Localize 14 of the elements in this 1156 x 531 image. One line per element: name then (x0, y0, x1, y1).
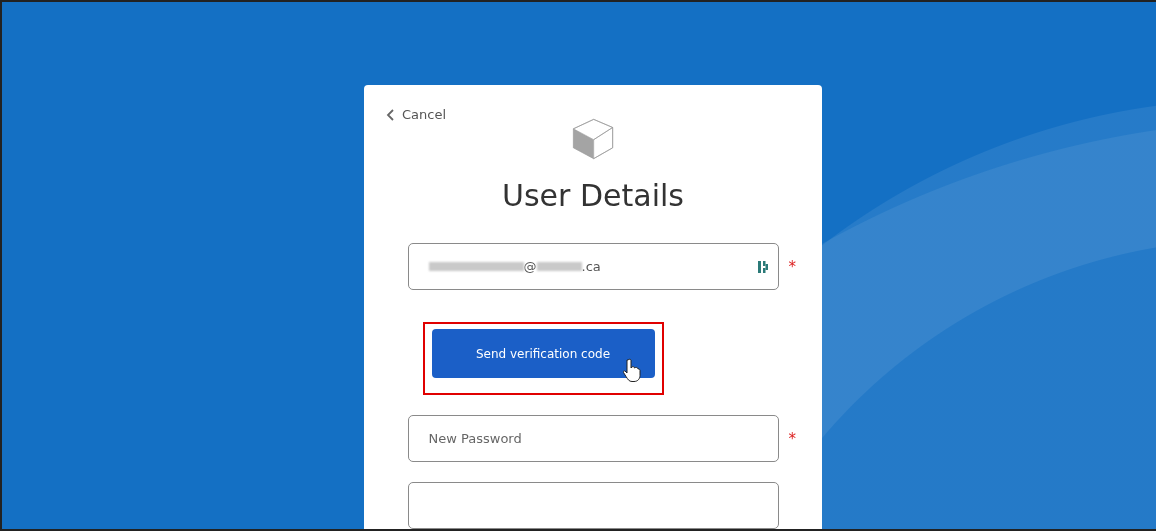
hand-cursor-icon (622, 358, 641, 382)
email-text: .ca (581, 259, 601, 274)
extension-icon[interactable] (757, 259, 768, 274)
required-mark: * (788, 257, 797, 276)
password-field[interactable] (407, 482, 779, 529)
page-title: User Details (502, 178, 684, 213)
redacted-text (536, 262, 582, 271)
send-code-button[interactable]: Send verification code (431, 329, 655, 378)
chevron-left-icon (386, 108, 394, 121)
required-mark: * (788, 429, 797, 448)
cancel-link[interactable]: Cancel (386, 107, 447, 122)
password-field[interactable]: New Password (407, 415, 779, 462)
email-text: @ (523, 259, 537, 274)
email-field[interactable]: @ .ca (407, 243, 779, 290)
